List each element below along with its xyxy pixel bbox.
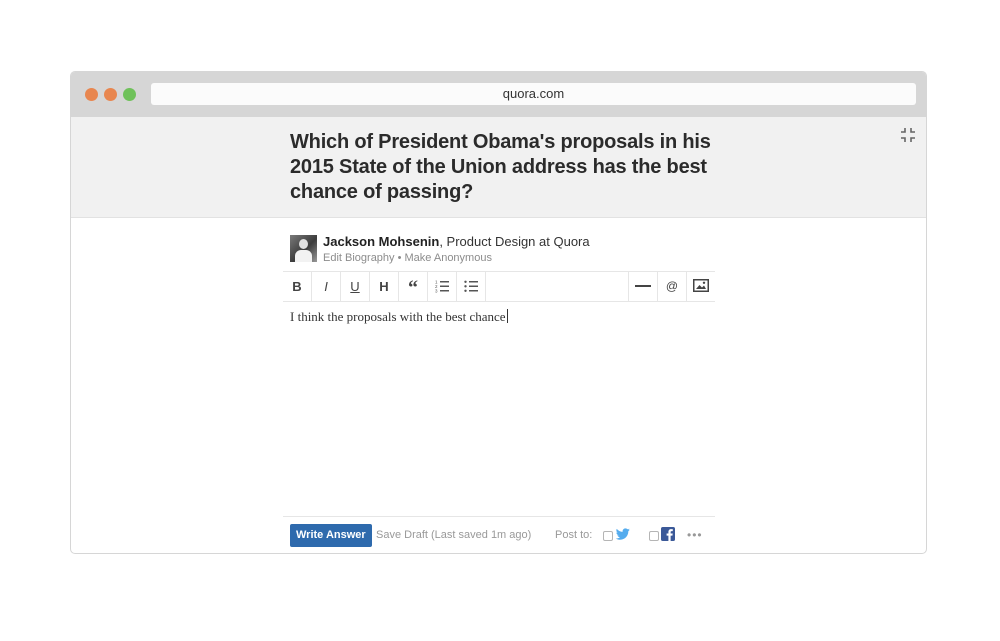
browser-window: quora.com Which of President Obama's pro… xyxy=(70,71,927,554)
formatting-toolbar: B I U H “ 1 2 3 @ xyxy=(283,271,715,302)
author-block: Jackson Mohsenin, Product Design at Quor… xyxy=(290,234,720,268)
insert-image-button[interactable] xyxy=(687,272,715,301)
browser-titlebar: quora.com xyxy=(71,72,926,117)
bold-button[interactable]: B xyxy=(283,272,311,301)
make-anonymous-link[interactable]: Make Anonymous xyxy=(405,252,492,264)
answer-text: I think the proposals with the best chan… xyxy=(290,309,506,324)
bullet-list-icon xyxy=(464,280,478,292)
edit-biography-link[interactable]: Edit Biography xyxy=(323,252,395,264)
author-line: Jackson Mohsenin, Product Design at Quor… xyxy=(323,234,590,250)
answer-footer: Write Answer Save Draft (Last saved 1m a… xyxy=(283,516,715,553)
toolbar-divider xyxy=(485,272,486,301)
heading-button[interactable]: H xyxy=(370,272,398,301)
image-icon xyxy=(693,279,709,292)
quote-button[interactable]: “ xyxy=(399,272,427,301)
minimize-window-button[interactable] xyxy=(104,88,117,101)
post-to-twitter-checkbox[interactable] xyxy=(603,531,613,541)
maximize-window-button[interactable] xyxy=(123,88,136,101)
address-bar[interactable]: quora.com xyxy=(151,83,916,105)
post-to-facebook-checkbox[interactable] xyxy=(649,531,659,541)
mention-button[interactable]: @ xyxy=(658,272,686,301)
collapse-icon[interactable] xyxy=(900,127,916,143)
close-window-button[interactable] xyxy=(85,88,98,101)
italic-button[interactable]: I xyxy=(312,272,340,301)
bullet-list-button[interactable] xyxy=(457,272,485,301)
question-title: Which of President Obama's proposals in … xyxy=(290,131,711,203)
horizontal-rule-icon xyxy=(635,285,651,287)
text-cursor xyxy=(506,309,508,323)
author-credential: , Product Design at Quora xyxy=(439,234,590,249)
more-icon[interactable]: ••• xyxy=(687,528,703,542)
answer-editor[interactable]: I think the proposals with the best chan… xyxy=(290,308,715,498)
ordered-list-button[interactable]: 1 2 3 xyxy=(428,272,456,301)
avatar[interactable] xyxy=(290,235,317,262)
ordered-list-icon: 1 2 3 xyxy=(435,280,449,294)
post-to-label: Post to: xyxy=(555,529,593,541)
underline-button[interactable]: U xyxy=(341,272,369,301)
author-actions: Edit Biography • Make Anonymous xyxy=(323,251,492,265)
twitter-icon xyxy=(616,528,630,540)
separator: • xyxy=(394,252,405,264)
author-name[interactable]: Jackson Mohsenin xyxy=(323,234,439,249)
facebook-icon xyxy=(661,527,675,541)
write-answer-button[interactable]: Write Answer xyxy=(290,524,372,547)
svg-text:3: 3 xyxy=(435,289,438,294)
question-header: Which of President Obama's proposals in … xyxy=(71,117,926,218)
save-draft-link[interactable]: Save Draft (Last saved 1m ago) xyxy=(376,529,531,541)
horizontal-rule-button[interactable] xyxy=(629,272,657,301)
